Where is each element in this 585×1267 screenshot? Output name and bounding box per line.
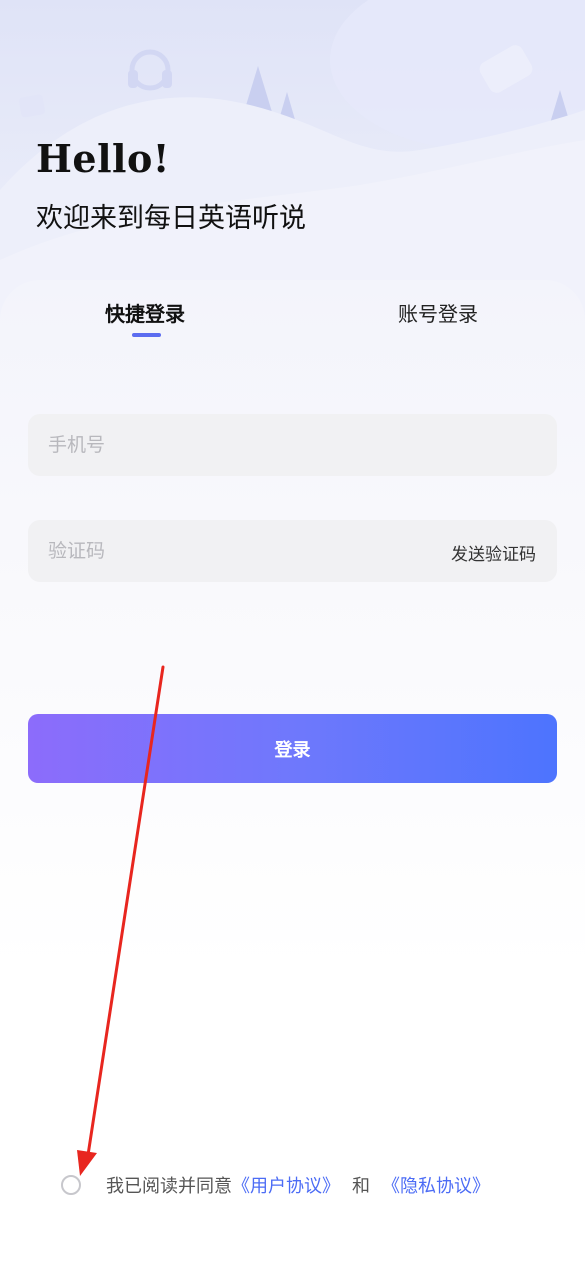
code-field[interactable]: 发送验证码 bbox=[28, 520, 557, 582]
active-tab-indicator bbox=[132, 333, 161, 337]
phone-field[interactable] bbox=[28, 414, 557, 476]
tab-account-login[interactable]: 账号登录 bbox=[398, 298, 478, 327]
tab-quick-login[interactable]: 快捷登录 bbox=[105, 298, 185, 327]
login-button[interactable]: 登录 bbox=[28, 714, 557, 783]
phone-input[interactable] bbox=[48, 414, 428, 476]
agreement-prefix: 我已阅读并同意 bbox=[106, 1176, 232, 1197]
agreement-checkbox[interactable] bbox=[61, 1175, 81, 1195]
verification-code-input[interactable] bbox=[48, 520, 428, 582]
welcome-subtitle: 欢迎来到每日英语听说 bbox=[36, 203, 306, 234]
privacy-policy-link[interactable]: 《隐私协议》 bbox=[382, 1172, 490, 1198]
agreement-and: 和 bbox=[352, 1176, 370, 1197]
send-code-button[interactable]: 发送验证码 bbox=[451, 540, 536, 565]
greeting-title: Hello! bbox=[36, 136, 170, 181]
agreement-row: 我已阅读并同意 《用户协议》 和 《隐私协议》 bbox=[61, 1172, 490, 1198]
user-agreement-link[interactable]: 《用户协议》 bbox=[232, 1172, 340, 1198]
